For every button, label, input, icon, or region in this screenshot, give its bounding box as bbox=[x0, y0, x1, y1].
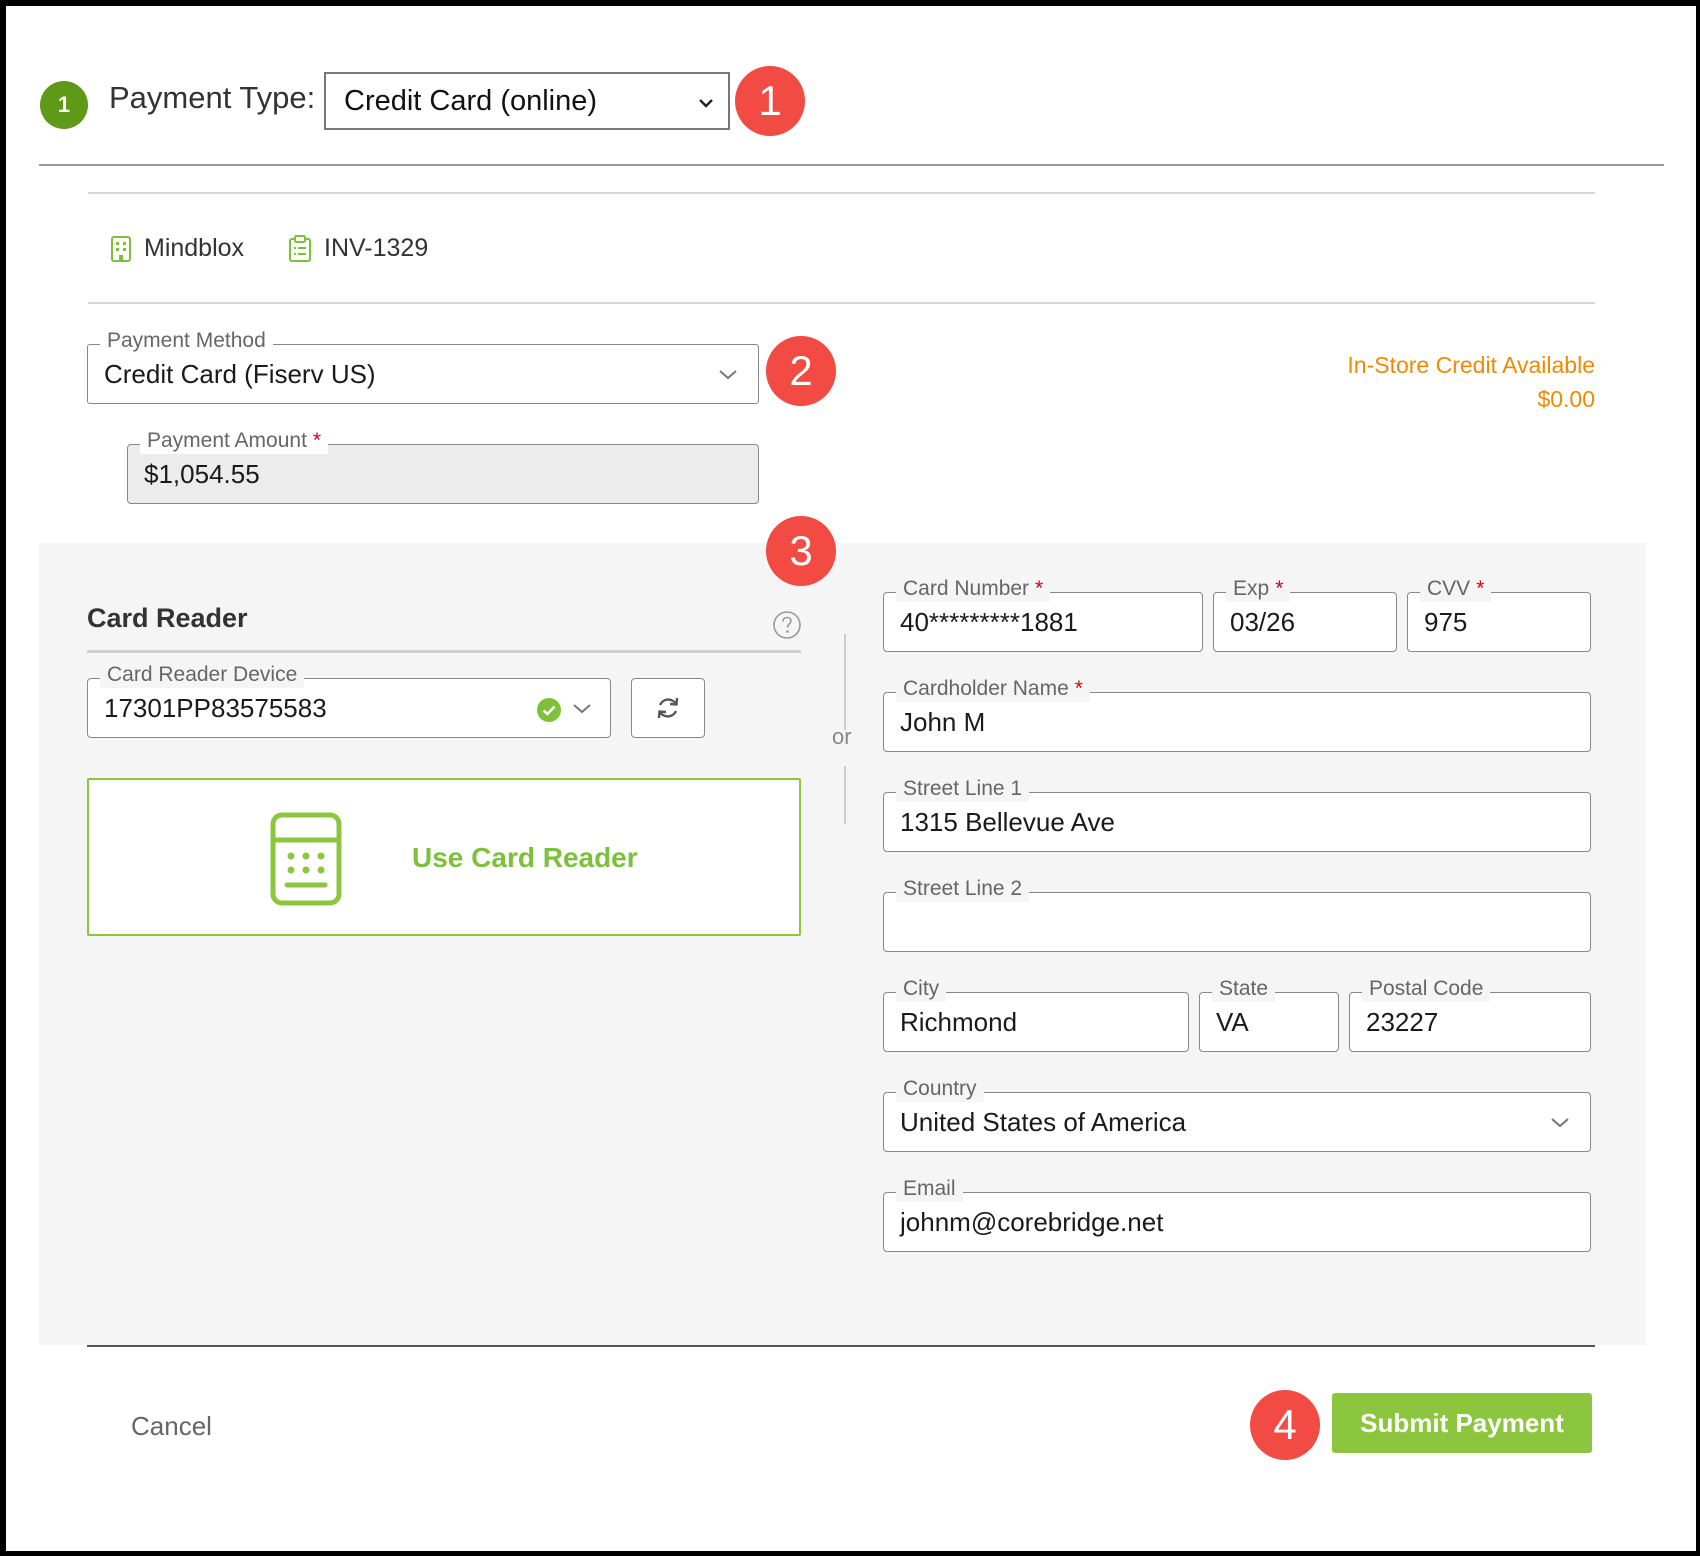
callout-1: 1 bbox=[735, 66, 805, 136]
card-number-value: 40*********1881 bbox=[900, 606, 1078, 637]
card-number-field[interactable]: Card Number * 40*********1881 bbox=[883, 576, 1203, 652]
payment-method-select[interactable]: Payment Method Credit Card (Fiserv US) bbox=[87, 328, 759, 404]
top-divider bbox=[39, 164, 1664, 166]
screenshot-frame: 1 Payment Type: Credit Card (online) 1 M… bbox=[0, 0, 1700, 1556]
chevron-down-icon bbox=[699, 99, 713, 108]
refresh-button[interactable] bbox=[631, 678, 705, 738]
cardholder-name-value: John M bbox=[900, 706, 986, 737]
chevron-down-icon bbox=[1551, 1118, 1569, 1128]
or-divider-line-top bbox=[844, 634, 846, 730]
street-line-2-field[interactable]: Street Line 2 bbox=[883, 876, 1591, 952]
chevron-down-icon bbox=[719, 370, 737, 380]
context-divider-bottom bbox=[88, 302, 1595, 304]
store-credit-label: In-Store Credit Available bbox=[1347, 352, 1595, 378]
refresh-icon bbox=[657, 697, 679, 719]
exp-field[interactable]: Exp * 03/26 bbox=[1213, 576, 1397, 652]
company-name: Mindblox bbox=[144, 234, 245, 262]
card-reader-title: Card Reader bbox=[87, 603, 248, 633]
submit-payment-button[interactable]: Submit Payment bbox=[1332, 1393, 1592, 1453]
payment-method-value: Credit Card (Fiserv US) bbox=[104, 358, 376, 389]
building-icon bbox=[111, 235, 131, 262]
context-divider-top bbox=[88, 192, 1595, 194]
country-value: United States of America bbox=[900, 1106, 1187, 1137]
cardholder-name-field[interactable]: Cardholder Name * John M bbox=[883, 676, 1591, 752]
card-reader-device-value: 17301PP83575583 bbox=[104, 692, 327, 723]
email-value: johnm@corebridge.net bbox=[900, 1206, 1164, 1237]
invoice-tag[interactable]: INV-1329 bbox=[288, 234, 428, 263]
country-select[interactable]: Country United States of America bbox=[883, 1076, 1591, 1152]
use-card-reader-button[interactable]: Use Card Reader bbox=[87, 778, 801, 936]
footer-divider bbox=[87, 1345, 1595, 1347]
question-circle-icon[interactable] bbox=[772, 610, 802, 640]
store-credit-amount: $0.00 bbox=[1537, 386, 1595, 412]
cancel-button[interactable]: Cancel bbox=[131, 1411, 212, 1442]
callout-4: 4 bbox=[1250, 1390, 1320, 1460]
email-field[interactable]: Email johnm@corebridge.net bbox=[883, 1176, 1591, 1252]
callout-2: 2 bbox=[766, 336, 836, 406]
callout-3: 3 bbox=[766, 516, 836, 586]
chevron-down-icon bbox=[573, 704, 591, 714]
postal-code-field[interactable]: Postal Code 23227 bbox=[1349, 976, 1591, 1052]
card-reader-device-select[interactable]: Card Reader Device 17301PP83575583 bbox=[87, 662, 611, 738]
or-divider-text: or bbox=[832, 724, 852, 749]
city-value: Richmond bbox=[900, 1006, 1018, 1037]
invoice-number: INV-1329 bbox=[324, 234, 429, 262]
payment-amount-field[interactable]: Payment Amount * $1,054.55 bbox=[127, 428, 759, 504]
card-terminal-icon bbox=[270, 812, 342, 906]
payment-dialog: 1 Payment Type: Credit Card (online) 1 M… bbox=[6, 6, 1696, 1551]
step-number-badge: 1 bbox=[40, 81, 88, 129]
state-value: VA bbox=[1216, 1006, 1249, 1037]
cvv-value: 975 bbox=[1424, 606, 1468, 637]
payment-type-select[interactable]: Credit Card (online) bbox=[324, 72, 730, 130]
company-tag[interactable]: Mindblox bbox=[110, 234, 244, 263]
cvv-field[interactable]: CVV * 975 bbox=[1407, 576, 1591, 652]
card-reader-underline bbox=[87, 650, 801, 653]
street-line-2-label: Street Line 2 bbox=[896, 876, 1030, 902]
payment-type-value: Credit Card (online) bbox=[344, 84, 598, 117]
city-field[interactable]: City Richmond bbox=[883, 976, 1189, 1052]
street-line-1-value: 1315 Bellevue Ave bbox=[900, 806, 1115, 837]
clipboard-icon bbox=[289, 234, 311, 262]
state-field[interactable]: State VA bbox=[1199, 976, 1339, 1052]
required-asterisk: * bbox=[312, 429, 322, 452]
street-line-1-field[interactable]: Street Line 1 1315 Bellevue Ave bbox=[883, 776, 1591, 852]
required-asterisk: * bbox=[1476, 577, 1485, 600]
use-card-reader-label: Use Card Reader bbox=[412, 842, 638, 873]
submit-payment-label: Submit Payment bbox=[1360, 1407, 1564, 1438]
payment-amount-value: $1,054.55 bbox=[144, 458, 260, 489]
payment-type-label: Payment Type: bbox=[109, 80, 316, 115]
check-circle-icon bbox=[537, 698, 561, 722]
required-asterisk: * bbox=[1074, 677, 1083, 700]
or-divider-line-bottom bbox=[844, 766, 846, 824]
postal-code-value: 23227 bbox=[1366, 1006, 1439, 1037]
exp-value: 03/26 bbox=[1230, 606, 1296, 637]
